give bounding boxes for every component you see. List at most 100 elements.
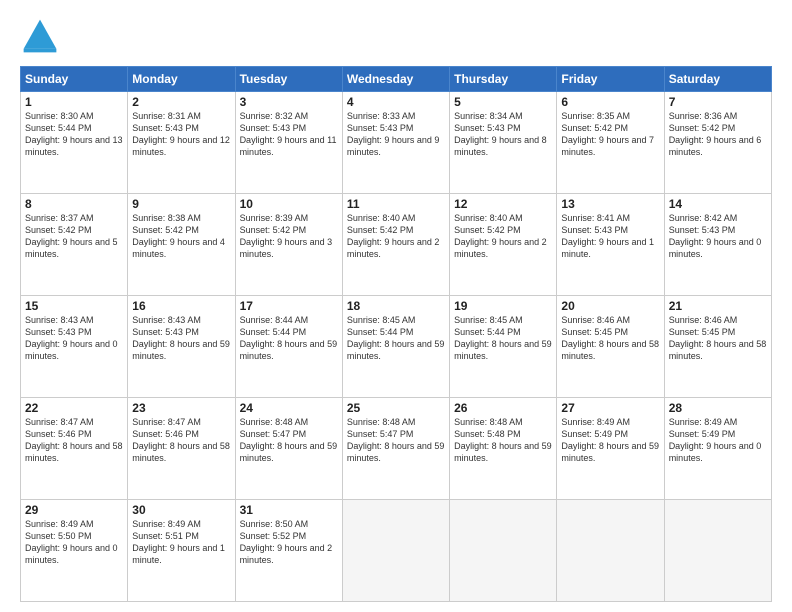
day-number: 26 xyxy=(454,401,552,415)
calendar-cell: 28Sunrise: 8:49 AMSunset: 5:49 PMDayligh… xyxy=(664,398,771,500)
day-info: Sunrise: 8:44 AMSunset: 5:44 PMDaylight:… xyxy=(240,314,338,363)
day-number: 21 xyxy=(669,299,767,313)
calendar-cell: 18Sunrise: 8:45 AMSunset: 5:44 PMDayligh… xyxy=(342,296,449,398)
day-number: 29 xyxy=(25,503,123,517)
day-info: Sunrise: 8:45 AMSunset: 5:44 PMDaylight:… xyxy=(347,314,445,363)
calendar-cell: 19Sunrise: 8:45 AMSunset: 5:44 PMDayligh… xyxy=(450,296,557,398)
calendar-cell: 10Sunrise: 8:39 AMSunset: 5:42 PMDayligh… xyxy=(235,194,342,296)
day-info: Sunrise: 8:47 AMSunset: 5:46 PMDaylight:… xyxy=(25,416,123,465)
day-number: 12 xyxy=(454,197,552,211)
day-number: 25 xyxy=(347,401,445,415)
calendar-cell: 13Sunrise: 8:41 AMSunset: 5:43 PMDayligh… xyxy=(557,194,664,296)
calendar-cell: 2Sunrise: 8:31 AMSunset: 5:43 PMDaylight… xyxy=(128,92,235,194)
calendar-cell: 30Sunrise: 8:49 AMSunset: 5:51 PMDayligh… xyxy=(128,500,235,602)
calendar-table: SundayMondayTuesdayWednesdayThursdayFrid… xyxy=(20,66,772,602)
calendar-cell: 20Sunrise: 8:46 AMSunset: 5:45 PMDayligh… xyxy=(557,296,664,398)
day-number: 5 xyxy=(454,95,552,109)
day-info: Sunrise: 8:34 AMSunset: 5:43 PMDaylight:… xyxy=(454,110,552,159)
day-number: 28 xyxy=(669,401,767,415)
calendar-cell: 6Sunrise: 8:35 AMSunset: 5:42 PMDaylight… xyxy=(557,92,664,194)
logo xyxy=(20,16,64,56)
calendar-cell: 29Sunrise: 8:49 AMSunset: 5:50 PMDayligh… xyxy=(21,500,128,602)
calendar-cell: 9Sunrise: 8:38 AMSunset: 5:42 PMDaylight… xyxy=(128,194,235,296)
calendar-cell: 25Sunrise: 8:48 AMSunset: 5:47 PMDayligh… xyxy=(342,398,449,500)
calendar-cell: 27Sunrise: 8:49 AMSunset: 5:49 PMDayligh… xyxy=(557,398,664,500)
calendar-week-row: 8Sunrise: 8:37 AMSunset: 5:42 PMDaylight… xyxy=(21,194,772,296)
day-info: Sunrise: 8:49 AMSunset: 5:49 PMDaylight:… xyxy=(669,416,767,465)
day-info: Sunrise: 8:41 AMSunset: 5:43 PMDaylight:… xyxy=(561,212,659,261)
day-info: Sunrise: 8:49 AMSunset: 5:50 PMDaylight:… xyxy=(25,518,123,567)
day-info: Sunrise: 8:42 AMSunset: 5:43 PMDaylight:… xyxy=(669,212,767,261)
calendar-cell: 11Sunrise: 8:40 AMSunset: 5:42 PMDayligh… xyxy=(342,194,449,296)
day-number: 6 xyxy=(561,95,659,109)
day-info: Sunrise: 8:43 AMSunset: 5:43 PMDaylight:… xyxy=(25,314,123,363)
day-number: 15 xyxy=(25,299,123,313)
calendar-cell: 8Sunrise: 8:37 AMSunset: 5:42 PMDaylight… xyxy=(21,194,128,296)
day-info: Sunrise: 8:33 AMSunset: 5:43 PMDaylight:… xyxy=(347,110,445,159)
day-info: Sunrise: 8:32 AMSunset: 5:43 PMDaylight:… xyxy=(240,110,338,159)
calendar-cell: 17Sunrise: 8:44 AMSunset: 5:44 PMDayligh… xyxy=(235,296,342,398)
calendar-cell: 3Sunrise: 8:32 AMSunset: 5:43 PMDaylight… xyxy=(235,92,342,194)
logo-icon xyxy=(20,16,60,56)
day-number: 24 xyxy=(240,401,338,415)
day-info: Sunrise: 8:47 AMSunset: 5:46 PMDaylight:… xyxy=(132,416,230,465)
calendar-cell: 31Sunrise: 8:50 AMSunset: 5:52 PMDayligh… xyxy=(235,500,342,602)
calendar-cell: 7Sunrise: 8:36 AMSunset: 5:42 PMDaylight… xyxy=(664,92,771,194)
day-info: Sunrise: 8:46 AMSunset: 5:45 PMDaylight:… xyxy=(561,314,659,363)
calendar-cell: 26Sunrise: 8:48 AMSunset: 5:48 PMDayligh… xyxy=(450,398,557,500)
calendar-week-row: 22Sunrise: 8:47 AMSunset: 5:46 PMDayligh… xyxy=(21,398,772,500)
day-info: Sunrise: 8:48 AMSunset: 5:48 PMDaylight:… xyxy=(454,416,552,465)
calendar-cell xyxy=(557,500,664,602)
day-info: Sunrise: 8:30 AMSunset: 5:44 PMDaylight:… xyxy=(25,110,123,159)
day-number: 20 xyxy=(561,299,659,313)
calendar-cell: 23Sunrise: 8:47 AMSunset: 5:46 PMDayligh… xyxy=(128,398,235,500)
calendar-cell xyxy=(664,500,771,602)
page: SundayMondayTuesdayWednesdayThursdayFrid… xyxy=(0,0,792,612)
day-info: Sunrise: 8:43 AMSunset: 5:43 PMDaylight:… xyxy=(132,314,230,363)
calendar-cell: 4Sunrise: 8:33 AMSunset: 5:43 PMDaylight… xyxy=(342,92,449,194)
calendar-cell: 14Sunrise: 8:42 AMSunset: 5:43 PMDayligh… xyxy=(664,194,771,296)
day-info: Sunrise: 8:40 AMSunset: 5:42 PMDaylight:… xyxy=(347,212,445,261)
day-number: 17 xyxy=(240,299,338,313)
calendar-week-row: 15Sunrise: 8:43 AMSunset: 5:43 PMDayligh… xyxy=(21,296,772,398)
day-number: 8 xyxy=(25,197,123,211)
calendar-week-row: 1Sunrise: 8:30 AMSunset: 5:44 PMDaylight… xyxy=(21,92,772,194)
day-number: 14 xyxy=(669,197,767,211)
day-number: 19 xyxy=(454,299,552,313)
day-info: Sunrise: 8:50 AMSunset: 5:52 PMDaylight:… xyxy=(240,518,338,567)
day-number: 1 xyxy=(25,95,123,109)
col-header-sunday: Sunday xyxy=(21,67,128,92)
calendar-cell: 16Sunrise: 8:43 AMSunset: 5:43 PMDayligh… xyxy=(128,296,235,398)
day-info: Sunrise: 8:48 AMSunset: 5:47 PMDaylight:… xyxy=(347,416,445,465)
calendar-cell: 21Sunrise: 8:46 AMSunset: 5:45 PMDayligh… xyxy=(664,296,771,398)
calendar-header-row: SundayMondayTuesdayWednesdayThursdayFrid… xyxy=(21,67,772,92)
calendar-cell: 24Sunrise: 8:48 AMSunset: 5:47 PMDayligh… xyxy=(235,398,342,500)
day-number: 18 xyxy=(347,299,445,313)
day-number: 22 xyxy=(25,401,123,415)
calendar-cell xyxy=(342,500,449,602)
calendar-cell: 22Sunrise: 8:47 AMSunset: 5:46 PMDayligh… xyxy=(21,398,128,500)
day-info: Sunrise: 8:36 AMSunset: 5:42 PMDaylight:… xyxy=(669,110,767,159)
calendar-cell: 1Sunrise: 8:30 AMSunset: 5:44 PMDaylight… xyxy=(21,92,128,194)
day-number: 4 xyxy=(347,95,445,109)
day-number: 10 xyxy=(240,197,338,211)
col-header-friday: Friday xyxy=(557,67,664,92)
calendar-week-row: 29Sunrise: 8:49 AMSunset: 5:50 PMDayligh… xyxy=(21,500,772,602)
day-number: 2 xyxy=(132,95,230,109)
day-info: Sunrise: 8:45 AMSunset: 5:44 PMDaylight:… xyxy=(454,314,552,363)
header xyxy=(20,16,772,56)
day-info: Sunrise: 8:31 AMSunset: 5:43 PMDaylight:… xyxy=(132,110,230,159)
col-header-thursday: Thursday xyxy=(450,67,557,92)
col-header-monday: Monday xyxy=(128,67,235,92)
day-number: 31 xyxy=(240,503,338,517)
day-number: 16 xyxy=(132,299,230,313)
calendar-cell: 5Sunrise: 8:34 AMSunset: 5:43 PMDaylight… xyxy=(450,92,557,194)
day-info: Sunrise: 8:40 AMSunset: 5:42 PMDaylight:… xyxy=(454,212,552,261)
day-info: Sunrise: 8:35 AMSunset: 5:42 PMDaylight:… xyxy=(561,110,659,159)
day-number: 23 xyxy=(132,401,230,415)
col-header-wednesday: Wednesday xyxy=(342,67,449,92)
col-header-saturday: Saturday xyxy=(664,67,771,92)
day-info: Sunrise: 8:39 AMSunset: 5:42 PMDaylight:… xyxy=(240,212,338,261)
day-info: Sunrise: 8:38 AMSunset: 5:42 PMDaylight:… xyxy=(132,212,230,261)
day-info: Sunrise: 8:46 AMSunset: 5:45 PMDaylight:… xyxy=(669,314,767,363)
